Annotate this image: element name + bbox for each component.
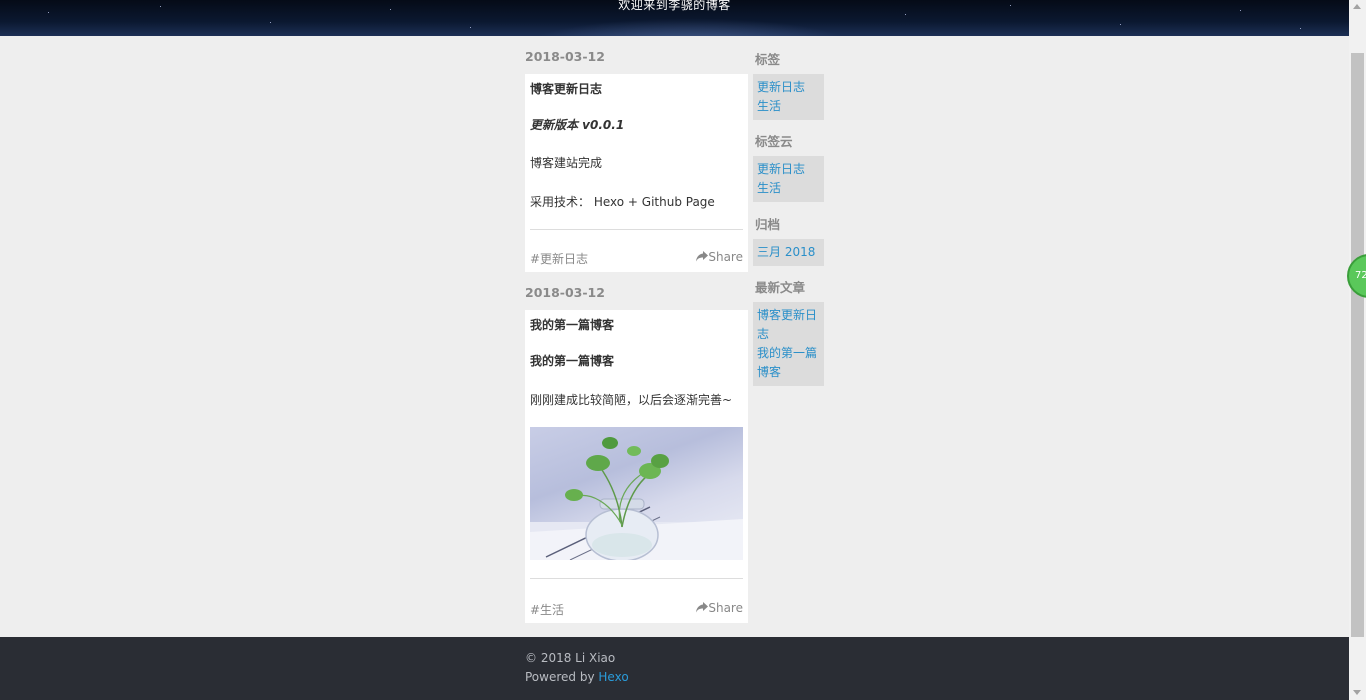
site-title[interactable]: 欢迎来到李骁的博客 <box>0 0 1349 13</box>
plant-in-jar-illustration <box>530 437 743 560</box>
post-subtitle: 更新版本 v0.0.1 <box>530 118 625 132</box>
post-subtitle: 我的第一篇博客 <box>530 354 615 368</box>
tagcloud-link[interactable]: 生活 <box>753 179 824 198</box>
site-footer: © 2018 Li Xiao Powered by Hexo <box>0 637 1349 700</box>
share-label: Share <box>708 601 743 615</box>
header-glow <box>520 18 860 36</box>
share-button[interactable]: Share <box>696 601 743 615</box>
post-card: 我的第一篇博客 我的第一篇博客 刚刚建成比较简陋，以后会逐渐完善~ #生活 Sh… <box>525 310 748 623</box>
footer-powered: Powered by Hexo <box>525 670 629 684</box>
post-image <box>530 427 743 560</box>
post-divider <box>530 229 743 230</box>
site-header: 欢迎来到李骁的博客 <box>0 0 1349 36</box>
share-icon <box>696 602 709 613</box>
post-title[interactable]: 博客更新日志 <box>530 80 602 97</box>
share-button[interactable]: Share <box>696 250 743 264</box>
scroll-up-arrow-icon[interactable] <box>1353 4 1361 9</box>
post-title[interactable]: 我的第一篇博客 <box>530 316 614 333</box>
sidebar-heading-recent: 最新文章 <box>755 280 806 295</box>
share-icon <box>696 251 709 262</box>
sidebar-tag-link[interactable]: 更新日志 <box>753 78 824 97</box>
post-card: 博客更新日志 更新版本 v0.0.1 博客建站完成 采用技术： Hexo + G… <box>525 74 748 272</box>
post-date: 2018-03-12 <box>525 285 605 300</box>
sidebar-heading-archive: 归档 <box>755 217 781 232</box>
recent-post-link[interactable]: 我的第一篇博客 <box>753 344 822 382</box>
share-label: Share <box>708 250 743 264</box>
sidebar-recent-list: 博客更新日志 我的第一篇博客 <box>753 302 824 386</box>
page-scrollbar[interactable] <box>1349 0 1366 700</box>
archive-link[interactable]: 三月 2018 <box>753 243 824 262</box>
post-paragraph: 刚刚建成比较简陋，以后会逐渐完善~ <box>530 393 733 407</box>
tagcloud-link[interactable]: 更新日志 <box>753 160 824 179</box>
sidebar-heading-tagcloud: 标签云 <box>755 134 793 149</box>
scroll-down-arrow-icon[interactable] <box>1353 690 1361 695</box>
post-paragraph: 博客建站完成 <box>530 156 603 170</box>
hexo-link[interactable]: Hexo <box>598 670 628 684</box>
sidebar-tag-link[interactable]: 生活 <box>753 97 824 116</box>
sidebar-heading-tags: 标签 <box>755 52 781 67</box>
post-tag-link[interactable]: #生活 <box>530 601 564 618</box>
footer-powered-prefix: Powered by <box>525 670 595 684</box>
sidebar-tagcloud-list: 更新日志 生活 <box>753 156 824 202</box>
footer-copyright: © 2018 Li Xiao <box>525 651 616 665</box>
recent-post-link[interactable]: 博客更新日志 <box>753 306 822 344</box>
post-date: 2018-03-12 <box>525 49 605 64</box>
post-paragraph: 采用技术： Hexo + Github Page <box>530 195 715 209</box>
post-tag-link[interactable]: #更新日志 <box>530 250 588 267</box>
sidebar-archive-list: 三月 2018 <box>753 239 824 266</box>
post-divider <box>530 578 743 579</box>
scrollbar-thumb[interactable] <box>1351 53 1364 637</box>
sidebar-tags-list: 更新日志 生活 <box>753 74 824 120</box>
